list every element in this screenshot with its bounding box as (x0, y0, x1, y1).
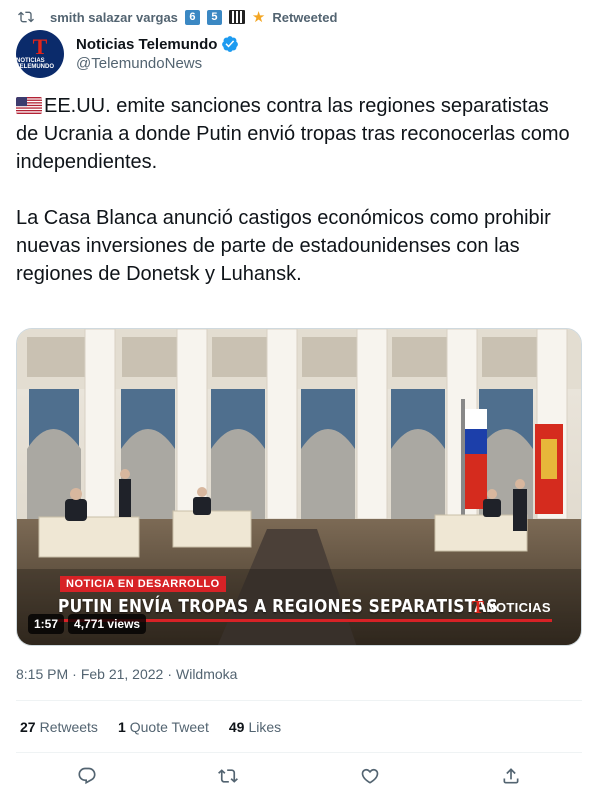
author-name[interactable]: Noticias Telemundo (76, 36, 217, 53)
retweets-stat[interactable]: 27 Retweets (20, 716, 98, 738)
divider (16, 700, 582, 701)
us-flag-icon (16, 97, 42, 114)
telemundo-logo-icon: T (472, 596, 485, 617)
retweet-context[interactable]: smith salazar vargas 6 5 ★ Retweeted (18, 7, 337, 27)
tweet-stats: 27 Retweets 1 Quote Tweet 49 Likes (20, 716, 281, 738)
quotes-label: Quote Tweet (129, 719, 209, 735)
retweets-count: 27 (20, 719, 36, 735)
author-handle[interactable]: @TelemundoNews (76, 54, 239, 74)
retweet-icon (218, 769, 239, 783)
star-icon: ★ (251, 9, 266, 26)
reply-icon (78, 767, 96, 785)
tweet-author: T NOTICIAS TELEMUNDO Noticias Telemundo … (16, 30, 239, 78)
tweet-body: EE.UU. emite sanciones contra las region… (16, 92, 576, 288)
avatar[interactable]: T NOTICIAS TELEMUNDO (16, 30, 64, 78)
tweet-time[interactable]: 8:15 PM (16, 664, 68, 684)
tweet-date[interactable]: Feb 21, 2022 (81, 664, 164, 684)
tweet-paragraph-1: EE.UU. emite sanciones contra las region… (16, 95, 576, 173)
badge-six: 6 (184, 9, 200, 25)
tweet-timestamp: 8:15 PM · Feb 21, 2022 · Wildmoka (16, 664, 237, 684)
share-icon (503, 768, 519, 784)
share-button[interactable] (494, 759, 528, 793)
likes-stat[interactable]: 49 Likes (229, 716, 281, 738)
tweet-actions (16, 760, 582, 792)
retweet-button[interactable] (211, 759, 245, 793)
quote-tweets-stat[interactable]: 1 Quote Tweet (118, 716, 209, 738)
retweeted-label: Retweeted (272, 9, 338, 25)
retweet-icon (18, 11, 34, 23)
separator: · (167, 666, 172, 682)
reply-button[interactable] (70, 759, 104, 793)
noticias-brand: T NOTICIAS (472, 597, 551, 617)
tweet-paragraph-2: La Casa Blanca anunció castigos económic… (16, 207, 557, 285)
breaking-news-tag: NOTICIA EN DESARROLLO (60, 576, 226, 592)
retweets-label: Retweets (39, 719, 98, 735)
video-duration: 1:57 (28, 614, 65, 634)
likes-count: 49 (228, 719, 245, 735)
divider (16, 752, 582, 753)
telemundo-logo-icon: T (32, 34, 48, 59)
video-views: 4,771 views (68, 614, 147, 634)
separator: · (72, 666, 77, 682)
badge-five: 5 (206, 9, 222, 25)
likes-label: Likes (248, 719, 282, 735)
retweeter-name[interactable]: smith salazar vargas (50, 10, 178, 25)
video-meta: 1:57 4,771 views (28, 614, 147, 634)
tweet-source[interactable]: Wildmoka (176, 664, 237, 684)
heart-icon (361, 768, 379, 784)
verified-badge-icon (222, 36, 239, 52)
quotes-count: 1 (117, 719, 126, 735)
brand-label: NOTICIAS (486, 599, 551, 615)
piano-icon (228, 10, 245, 24)
like-button[interactable] (353, 759, 387, 793)
avatar-text: NOTICIAS TELEMUNDO (16, 58, 54, 70)
